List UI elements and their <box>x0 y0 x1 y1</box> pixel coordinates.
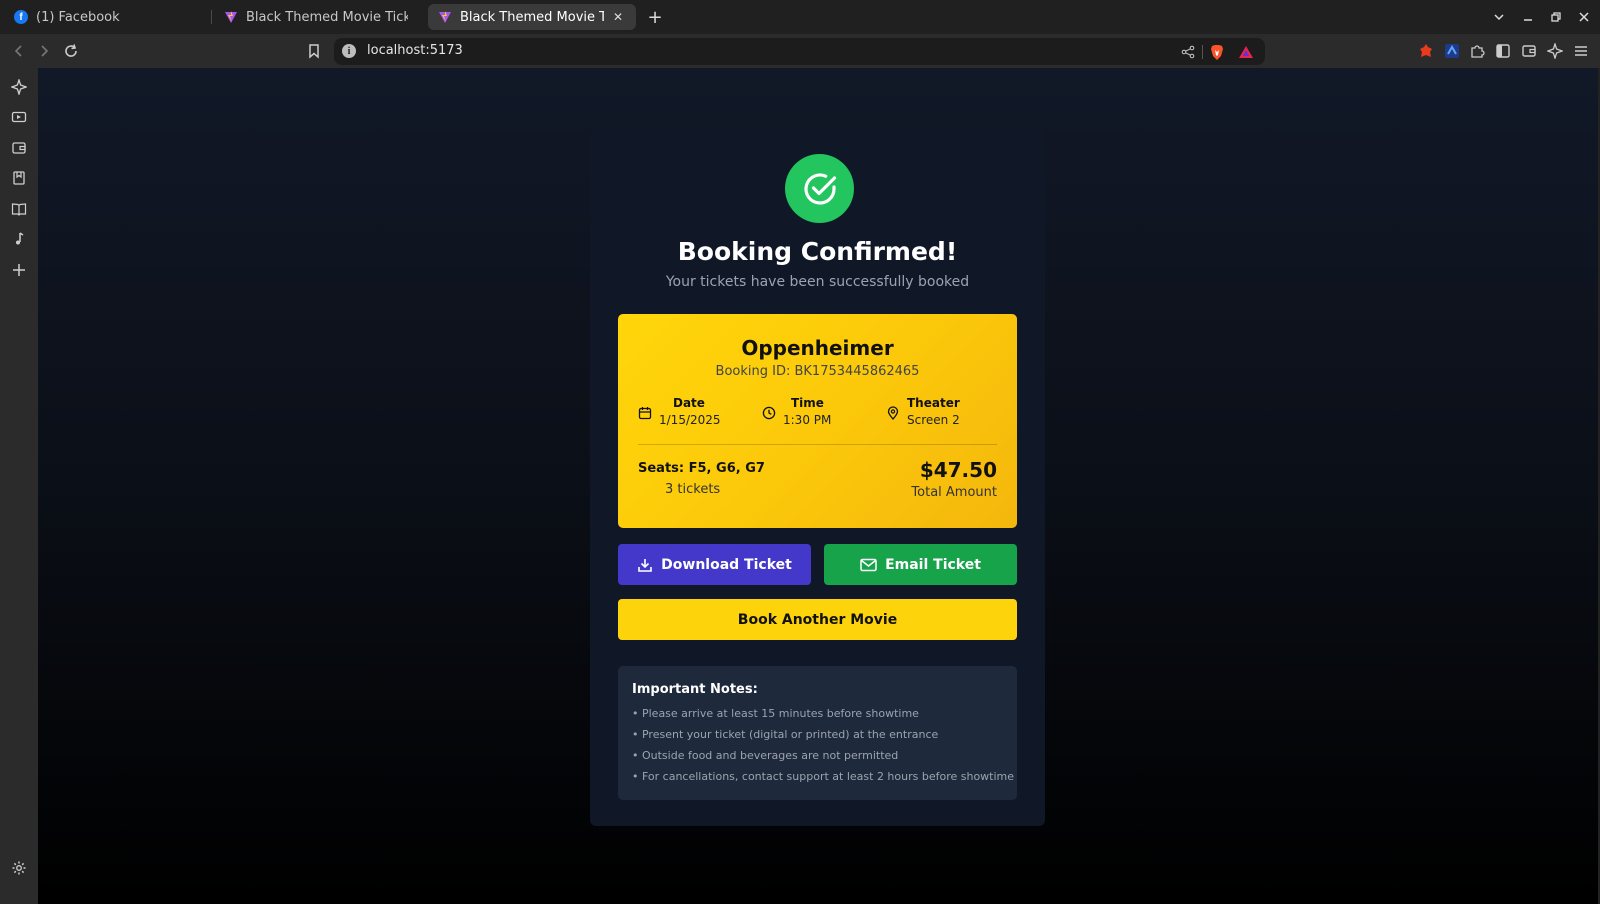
email-ticket-button[interactable]: Email Ticket <box>824 544 1017 585</box>
page-title: Booking Confirmed! <box>677 237 958 266</box>
extension-brave-icon[interactable] <box>1415 40 1437 62</box>
video-icon[interactable] <box>10 108 28 126</box>
facebook-icon: f <box>14 10 28 24</box>
seat-list: Seats: F5, G6, G7 <box>638 461 765 476</box>
total-amount-label: Total Amount <box>911 485 997 500</box>
reading-list-icon[interactable] <box>10 200 28 218</box>
ticket-divider <box>638 444 997 445</box>
important-notes: Important Notes: • Please arrive at leas… <box>618 666 1017 800</box>
total-price: $47.50 <box>919 458 997 482</box>
restore-icon[interactable] <box>1547 8 1565 26</box>
tab-title: (1) Facebook <box>36 9 120 25</box>
theater-label: Theater <box>907 396 960 410</box>
date-info: Date 1/15/2025 <box>638 396 738 436</box>
minimize-icon[interactable] <box>1519 8 1537 26</box>
settings-gear-icon[interactable] <box>10 859 28 877</box>
bookmark-icon[interactable] <box>303 40 325 62</box>
music-icon[interactable] <box>10 230 28 248</box>
reload-icon[interactable] <box>60 40 82 62</box>
browser-toolbar: i localhost:5173 <box>0 34 1600 68</box>
tab-facebook[interactable]: f (1) Facebook <box>4 4 204 30</box>
tab-title: Black Themed Movie Ticket B <box>246 9 408 25</box>
vite-icon <box>438 10 452 24</box>
movie-title: Oppenheimer <box>741 336 894 360</box>
tab-movie-ticket-active[interactable]: Black Themed Movie Ticke ✕ <box>428 4 636 30</box>
wallet-icon[interactable] <box>1518 40 1540 62</box>
tab-strip: f (1) Facebook Black Themed Movie Ticket… <box>0 0 1600 34</box>
list-item: • For cancellations, contact support at … <box>632 770 1015 783</box>
address-divider <box>1202 45 1203 59</box>
notes-title: Important Notes: <box>632 682 758 697</box>
address-text[interactable]: localhost:5173 <box>367 43 463 58</box>
add-panel-icon[interactable] <box>10 261 28 279</box>
date-value: 1/15/2025 <box>659 413 721 427</box>
notes-list: • Please arrive at least 15 minutes befo… <box>632 707 1015 791</box>
browser-sidebar <box>0 68 38 904</box>
menu-icon[interactable] <box>1570 40 1592 62</box>
address-bar[interactable]: i localhost:5173 <box>334 38 1265 65</box>
time-info: Time 1:30 PM <box>762 396 862 436</box>
brave-rewards-icon[interactable] <box>1237 43 1255 61</box>
back-icon[interactable] <box>8 40 30 62</box>
book-another-movie-label: Book Another Movie <box>737 611 898 628</box>
sidebar-toggle-icon[interactable] <box>1492 40 1514 62</box>
close-tab-icon[interactable]: ✕ <box>610 9 626 25</box>
ticket-count: 3 tickets <box>665 482 721 497</box>
time-value: 1:30 PM <box>783 413 832 427</box>
page-subtitle: Your tickets have been successfully book… <box>665 274 970 290</box>
date-label: Date <box>673 396 705 410</box>
ticket-card: Oppenheimer Booking ID: BK1753445862465 … <box>618 314 1017 528</box>
share-icon[interactable] <box>1179 43 1197 61</box>
forward-icon[interactable] <box>33 40 55 62</box>
download-ticket-button[interactable]: Download Ticket <box>618 544 811 585</box>
extensions-puzzle-icon[interactable] <box>1466 40 1488 62</box>
site-info-icon[interactable]: i <box>342 44 356 58</box>
tab-separator <box>211 10 212 24</box>
bookmarks-icon[interactable] <box>10 169 28 187</box>
download-ticket-label: Download Ticket <box>661 556 792 573</box>
calendar-icon <box>638 407 652 420</box>
location-pin-icon <box>887 406 899 420</box>
tab-title: Black Themed Movie Ticke <box>460 9 604 25</box>
booking-id: Booking ID: BK1753445862465 <box>715 364 920 379</box>
new-tab-button[interactable]: + <box>644 6 666 28</box>
list-item: • Outside food and beverages are not per… <box>632 749 899 762</box>
close-window-icon[interactable] <box>1575 8 1593 26</box>
page-viewport: Booking Confirmed! Your tickets have bee… <box>38 68 1600 904</box>
tab-search-icon[interactable] <box>1490 8 1508 26</box>
time-label: Time <box>791 396 824 410</box>
extension-blue-icon[interactable] <box>1441 40 1463 62</box>
wallet-sidebar-icon[interactable] <box>10 139 28 157</box>
brave-shield-icon[interactable] <box>1208 43 1226 61</box>
list-item: • Please arrive at least 15 minutes befo… <box>632 707 919 720</box>
book-another-movie-button[interactable]: Book Another Movie <box>618 599 1017 640</box>
email-ticket-label: Email Ticket <box>885 556 981 573</box>
vite-icon <box>224 10 238 24</box>
download-icon <box>638 558 652 572</box>
clock-icon <box>762 406 776 420</box>
list-item: • Present your ticket (digital or printe… <box>632 728 939 741</box>
mail-icon <box>860 558 877 571</box>
confirmation-panel: Booking Confirmed! Your tickets have bee… <box>590 128 1045 826</box>
theater-value: Screen 2 <box>907 413 960 427</box>
tab-movie-ticket-1[interactable]: Black Themed Movie Ticket B <box>214 4 418 30</box>
leo-sidebar-icon[interactable] <box>10 78 28 96</box>
leo-ai-icon[interactable] <box>1544 40 1566 62</box>
success-check-icon <box>785 154 854 223</box>
theater-info: Theater Screen 2 <box>886 396 996 436</box>
